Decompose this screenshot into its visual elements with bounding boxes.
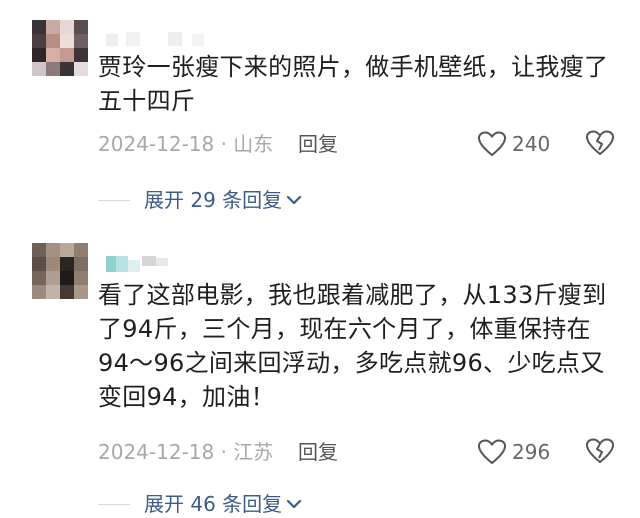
broken-heart-icon — [585, 438, 615, 464]
broken-heart-icon — [585, 130, 615, 156]
like-button[interactable]: 240 — [478, 130, 550, 158]
reply-button[interactable]: 回复 — [298, 438, 338, 466]
expand-replies-button[interactable]: 展开 46 条回复 — [98, 490, 302, 518]
comment-date-location: 2024-12-18 · 江苏 — [98, 440, 274, 464]
reply-button[interactable]: 回复 — [298, 130, 338, 158]
like-button[interactable]: 296 — [478, 438, 550, 466]
heart-outline-icon — [478, 131, 506, 157]
chevron-down-icon — [286, 498, 302, 510]
comment-meta: 2024-12-18 · 山东 回复 240 — [98, 130, 640, 158]
expand-replies-label: 展开 46 条回复 — [144, 492, 283, 516]
dislike-button[interactable] — [585, 438, 615, 466]
comment-date-location: 2024-12-18 · 山东 — [98, 132, 274, 156]
chevron-down-icon — [286, 194, 302, 206]
comment-text: 贾玲一张瘦下来的照片，做手机壁纸，让我瘦了五十四斤 — [98, 53, 609, 115]
username-redacted[interactable] — [106, 30, 216, 50]
comment-meta: 2024-12-18 · 江苏 回复 296 — [98, 438, 640, 466]
comment-text: 看了这部电影，我也跟着减肥了，从133斤瘦到了94斤，三个月，现在六个月了，体重… — [98, 281, 607, 411]
like-count: 296 — [512, 440, 551, 464]
expand-replies-button[interactable]: 展开 29 条回复 — [98, 186, 302, 214]
avatar[interactable] — [32, 20, 88, 76]
expand-replies-label: 展开 29 条回复 — [144, 188, 283, 212]
dislike-button[interactable] — [585, 130, 615, 158]
like-count: 240 — [512, 132, 551, 156]
username-redacted[interactable] — [106, 254, 216, 274]
heart-outline-icon — [478, 439, 506, 465]
avatar[interactable] — [32, 243, 88, 299]
divider — [98, 199, 130, 201]
divider — [98, 503, 130, 505]
